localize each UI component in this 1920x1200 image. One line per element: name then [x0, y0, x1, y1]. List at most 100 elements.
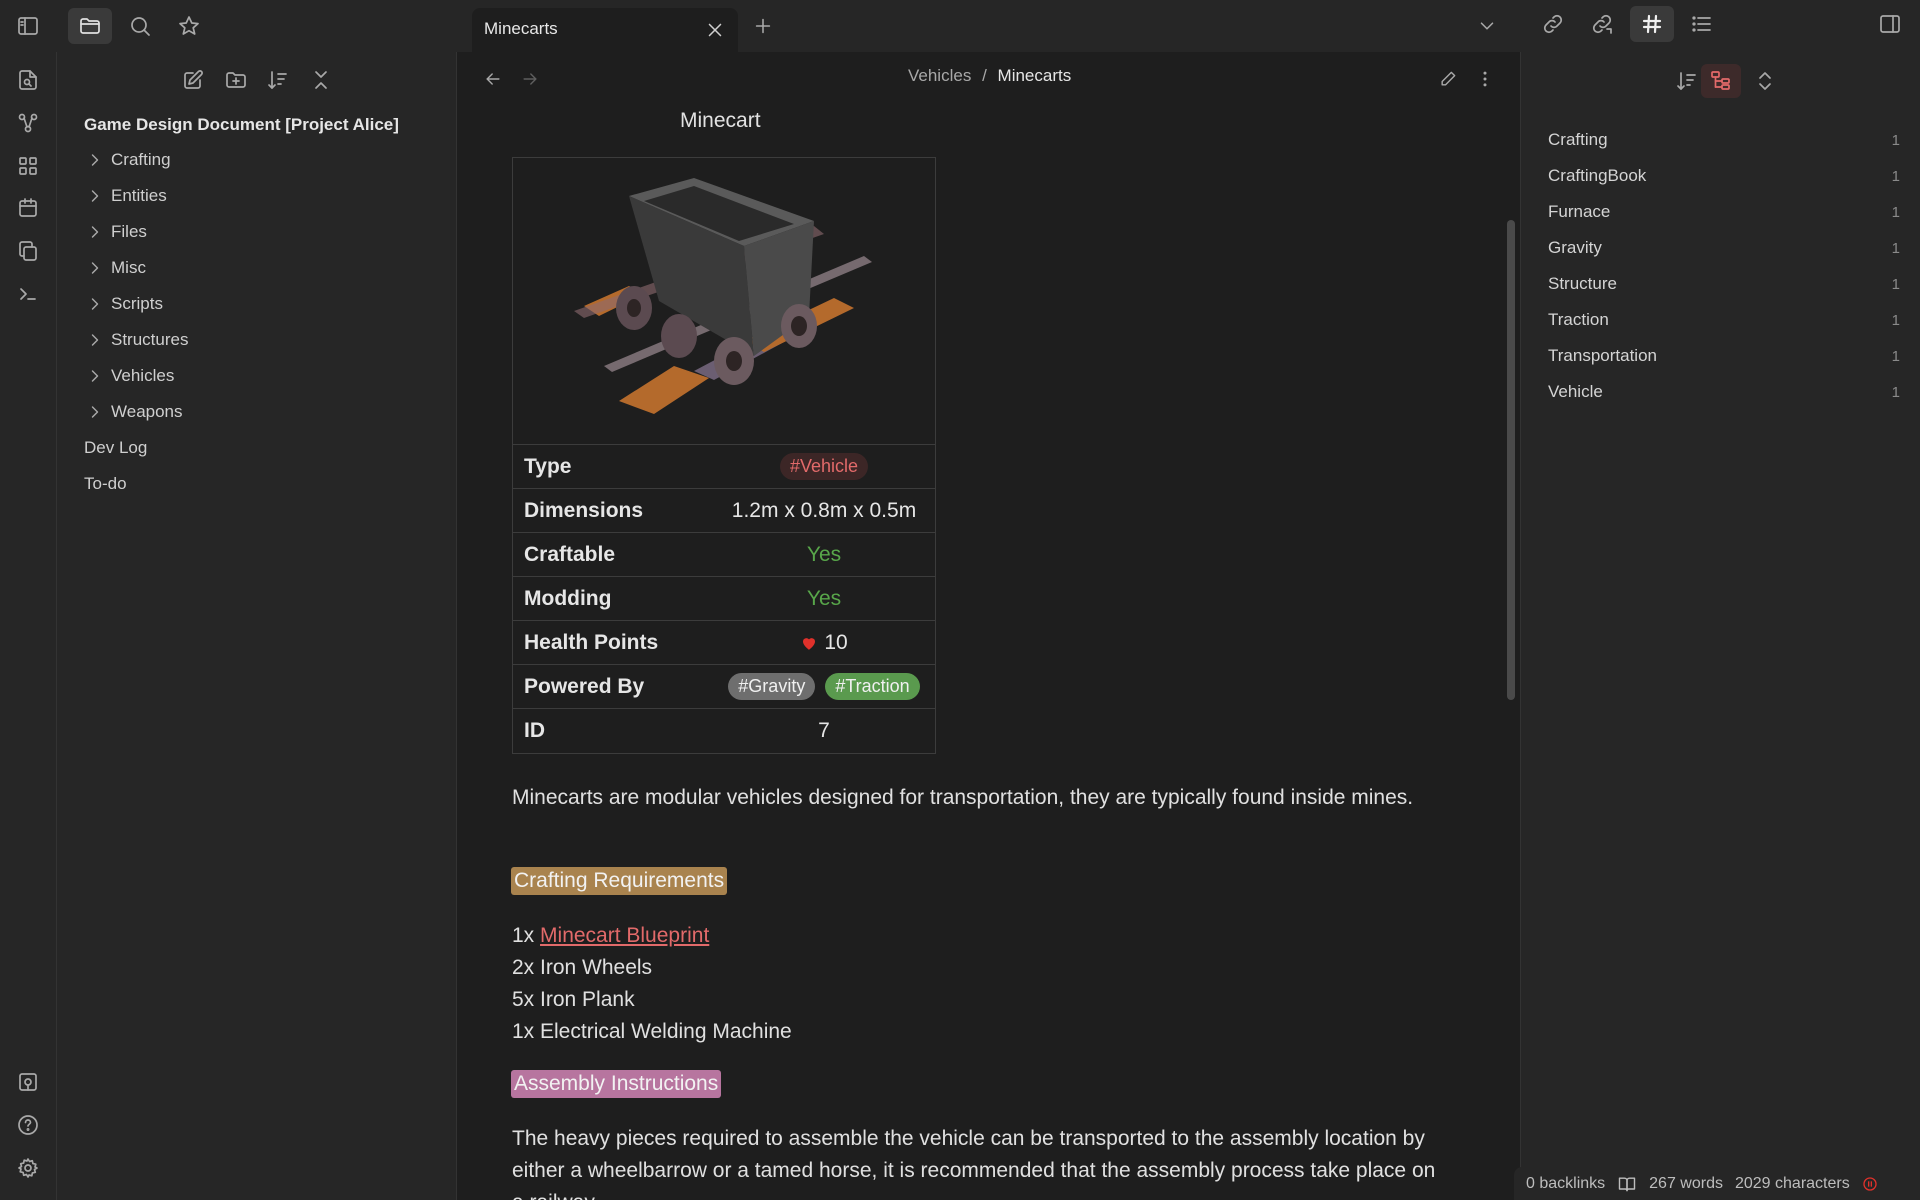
breadcrumb-current[interactable]: Minecarts: [998, 66, 1072, 85]
tag-item-vehicle[interactable]: Vehicle 1: [1548, 377, 1908, 407]
expand-collapse-button[interactable]: [1745, 64, 1785, 98]
sidebar-right-toggle-button[interactable]: [1868, 6, 1912, 42]
arrow-left-icon: [486, 73, 500, 85]
sort-button[interactable]: [262, 64, 294, 96]
folder-misc[interactable]: Misc: [85, 254, 146, 282]
tag-name: Transportation: [1548, 346, 1657, 365]
folder-scripts[interactable]: Scripts: [85, 290, 163, 318]
collapse-icon: [315, 71, 327, 89]
star-icon: [179, 16, 199, 35]
outgoing-links-view-button[interactable]: [1580, 6, 1624, 42]
file-dev-log[interactable]: Dev Log: [84, 434, 147, 462]
folder-vehicles[interactable]: Vehicles: [85, 362, 174, 390]
tab-list-dropdown[interactable]: [1465, 8, 1509, 44]
quick-switcher-button[interactable]: [12, 64, 44, 96]
file-to-do[interactable]: To-do: [84, 470, 127, 498]
forward-button[interactable]: [515, 64, 545, 94]
files-view-button[interactable]: [68, 8, 112, 44]
gear-icon: [18, 1158, 38, 1178]
folder-crafting[interactable]: Crafting: [85, 146, 171, 174]
copy-icon: [19, 241, 37, 261]
infobox-row-dimensions: Dimensions 1.2m x 0.8m x 0.5m: [513, 489, 935, 533]
tab-title: Minecarts: [484, 19, 558, 38]
tag-count: 1: [1891, 203, 1900, 221]
backlinks-view-button[interactable]: [1531, 6, 1575, 42]
infobox-value: 1.2m x 0.8m x 0.5m: [731, 498, 917, 522]
folder-icon: [80, 18, 100, 34]
terminal-icon: [20, 288, 36, 300]
tag-name: Vehicle: [1548, 382, 1603, 401]
infobox: Type #Vehicle Dimensions 1.2m x 0.8m x 0…: [512, 157, 936, 754]
crafting-item: 2x Iron Wheels: [512, 956, 653, 979]
folder-structures[interactable]: Structures: [85, 326, 188, 354]
templates-button[interactable]: [12, 235, 44, 267]
tab-close-button[interactable]: [704, 19, 726, 41]
sync-status-icon[interactable]: [1862, 1176, 1878, 1192]
chevron-right-icon: [91, 262, 99, 274]
folder-weapons[interactable]: Weapons: [85, 398, 183, 426]
vehicle-tag[interactable]: #Vehicle: [779, 453, 869, 480]
help-button[interactable]: [12, 1109, 44, 1141]
ribbon: [0, 52, 57, 1200]
folder-label: Files: [111, 222, 147, 241]
sort-icon: [268, 71, 287, 89]
infobox-row-type: Type #Vehicle: [513, 445, 935, 489]
tag-item-craftingbook[interactable]: CraftingBook 1: [1548, 161, 1908, 191]
chevron-right-icon: [91, 334, 99, 346]
nested-tags-toggle[interactable]: [1701, 64, 1741, 98]
tag-count: 1: [1891, 311, 1900, 329]
tag-count: 1: [1891, 239, 1900, 257]
backlinks-count[interactable]: 0 backlinks: [1526, 1175, 1605, 1193]
file-label: Dev Log: [84, 438, 148, 457]
tag-item-gravity[interactable]: Gravity 1: [1548, 233, 1908, 263]
folder-label: Vehicles: [111, 366, 175, 385]
minecart-blueprint-link[interactable]: Minecart Blueprint: [540, 924, 709, 947]
collapse-all-button[interactable]: [305, 64, 337, 96]
bookmarks-button[interactable]: [167, 8, 211, 44]
file-search-icon: [19, 70, 37, 90]
new-tab-button[interactable]: [741, 8, 785, 44]
plus-icon: [755, 18, 771, 34]
folder-entities[interactable]: Entities: [85, 182, 167, 210]
graph-view-button[interactable]: [12, 107, 44, 139]
gravity-tag[interactable]: #Gravity: [728, 673, 816, 700]
word-count: 267 words: [1649, 1174, 1723, 1192]
sidebar-left-toggle-button[interactable]: [6, 8, 50, 44]
tag-item-crafting[interactable]: Crafting 1: [1548, 125, 1908, 155]
back-button[interactable]: [478, 64, 508, 94]
scrollbar[interactable]: [1505, 104, 1515, 1200]
tag-item-traction[interactable]: Traction 1: [1548, 305, 1908, 335]
tab-minecarts[interactable]: Minecarts: [472, 8, 738, 52]
infobox-key: Health Points: [524, 630, 659, 654]
command-palette-button[interactable]: [12, 278, 44, 310]
new-note-button[interactable]: [177, 64, 209, 96]
folder-files[interactable]: Files: [85, 218, 147, 246]
daily-note-button[interactable]: [12, 192, 44, 224]
vault-name[interactable]: Game Design Document [Project Alice]: [84, 115, 399, 135]
graph-icon: [18, 113, 38, 133]
search-button[interactable]: [118, 8, 162, 44]
vault-icon: [19, 1073, 37, 1091]
title-bar: Minecarts: [0, 0, 1920, 52]
heart-icon: [803, 637, 816, 650]
breadcrumb-parent[interactable]: Vehicles: [908, 66, 971, 85]
tag-item-structure[interactable]: Structure 1: [1548, 269, 1908, 299]
more-options-button[interactable]: [1470, 64, 1500, 94]
traction-tag[interactable]: #Traction: [825, 673, 920, 700]
infobox-value: Yes: [806, 542, 842, 566]
book-open-icon[interactable]: [1617, 1174, 1637, 1194]
canvas-button[interactable]: [12, 150, 44, 182]
edit-mode-button[interactable]: [1433, 64, 1463, 94]
tag-item-transportation[interactable]: Transportation 1: [1548, 341, 1908, 371]
outline-view-button[interactable]: [1680, 6, 1724, 42]
tree-icon: [1711, 71, 1730, 90]
open-vault-button[interactable]: [12, 1066, 44, 1098]
tag-name: Gravity: [1548, 238, 1602, 257]
crafting-qty: 1x: [512, 924, 535, 947]
scrollbar-thumb[interactable]: [1507, 220, 1515, 700]
link-out-icon: [1592, 14, 1612, 34]
settings-button[interactable]: [12, 1152, 44, 1184]
new-folder-button[interactable]: [220, 64, 252, 96]
tag-item-furnace[interactable]: Furnace 1: [1548, 197, 1908, 227]
tags-view-button[interactable]: [1630, 6, 1674, 42]
